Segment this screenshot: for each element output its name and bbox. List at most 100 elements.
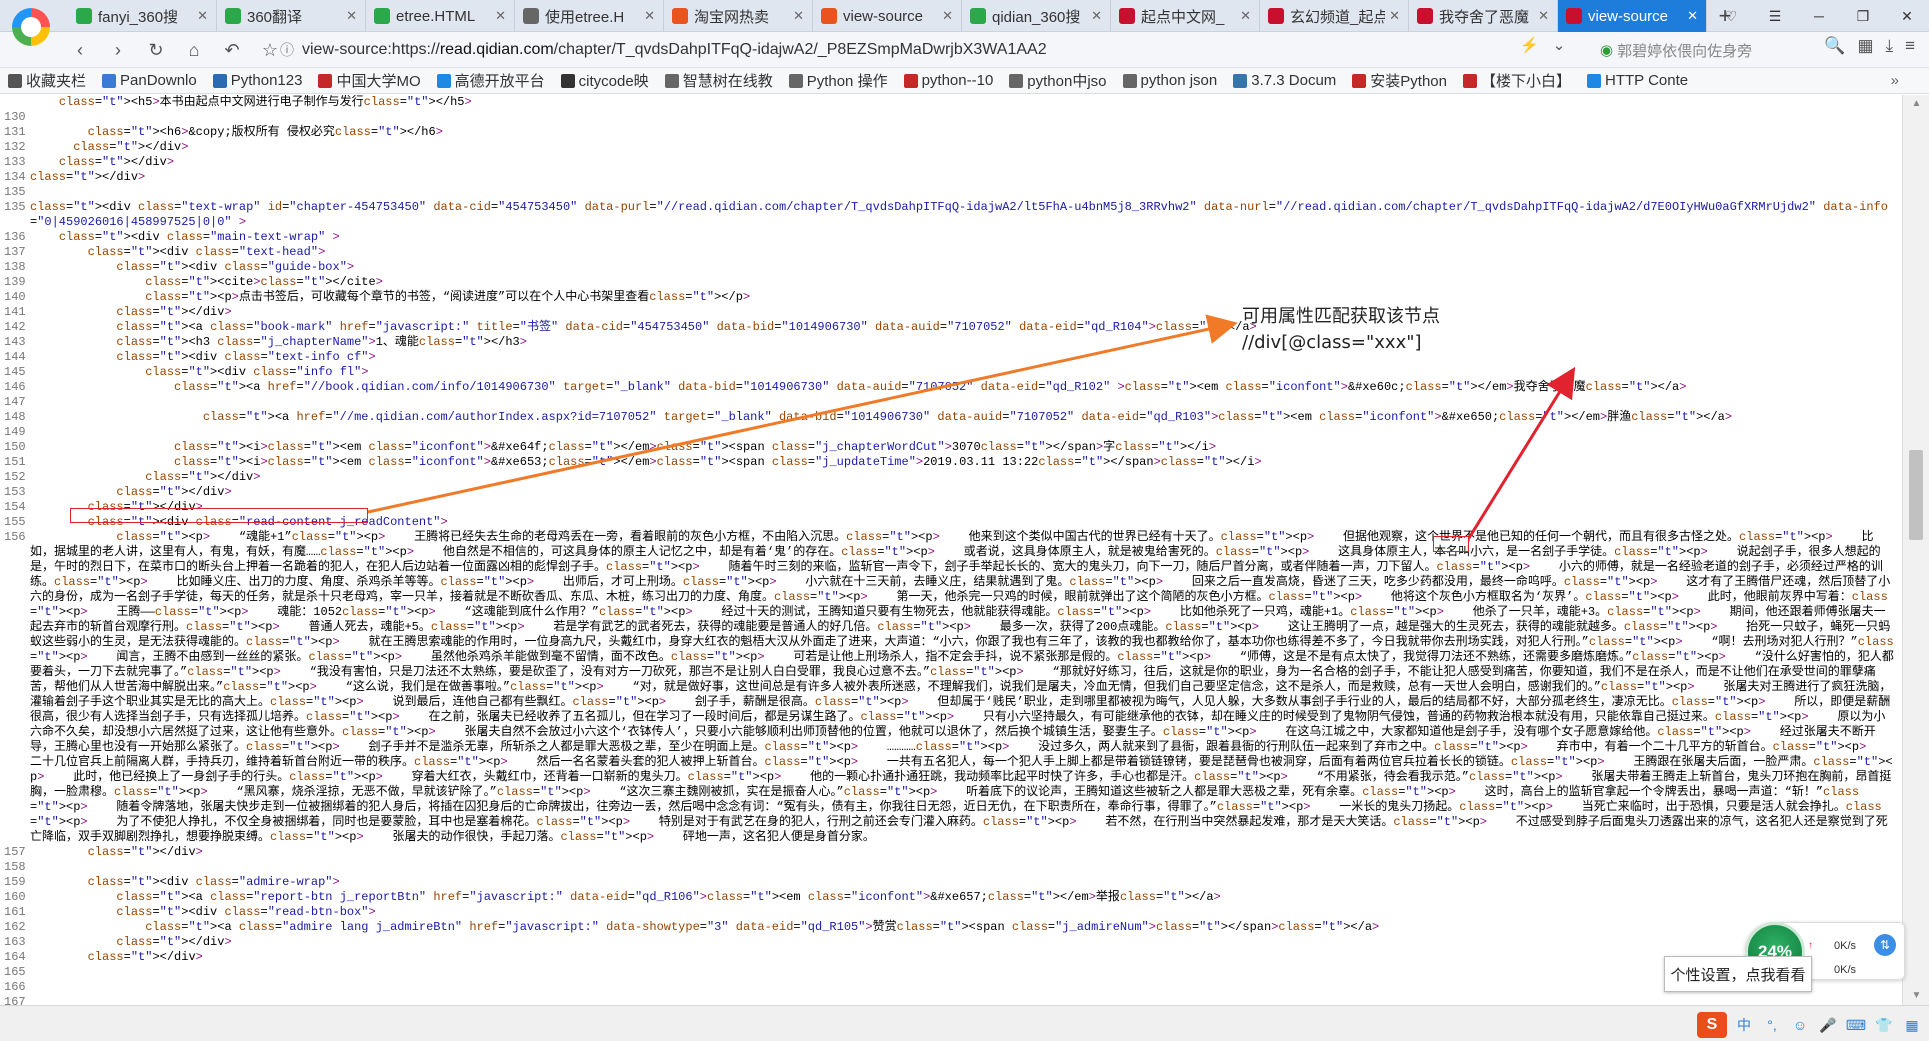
undo-icon[interactable]: ↶ — [216, 34, 248, 66]
tab-close-icon[interactable]: ✕ — [197, 8, 208, 24]
sogou-ime-icon[interactable]: S — [1697, 1012, 1727, 1038]
close-window-button[interactable]: ✕ — [1885, 0, 1929, 32]
search-icon[interactable]: 🔍 — [1824, 36, 1845, 56]
source-line: 146 class="t"><a href="//book.qidian.com… — [0, 380, 1902, 395]
line-number: 153 — [4, 485, 26, 499]
scroll-up-icon[interactable]: ▲ — [1903, 95, 1929, 113]
tab-close-icon[interactable]: ✕ — [1091, 8, 1102, 24]
browser-logo-icon[interactable] — [12, 8, 50, 46]
bookmark-label: python--10 — [921, 72, 994, 89]
source-line: 151 class="t"><i>class="t"><em class="ic… — [0, 455, 1902, 470]
scrollbar-thumb[interactable] — [1909, 450, 1923, 540]
bookmark-favicon-icon — [8, 73, 22, 88]
tab-favicon-icon — [225, 8, 241, 24]
tab-6[interactable]: qidian_360搜 ✕ — [962, 0, 1111, 32]
tab-7[interactable]: 起点中文网_ ✕ — [1111, 0, 1260, 32]
tab-close-icon[interactable]: ✕ — [1240, 8, 1251, 24]
source-line: 145 class="t"><div class="info fl"> — [0, 365, 1902, 380]
tab-close-icon[interactable]: ✕ — [942, 8, 953, 24]
emoji-icon[interactable]: ☺ — [1789, 1014, 1811, 1036]
chevron-down-icon[interactable]: ⌄ — [1553, 36, 1566, 54]
favorites-icon[interactable]: ♡ — [1709, 0, 1753, 32]
bookmark-item[interactable]: python中jso — [1009, 70, 1107, 91]
menu-icon[interactable]: ☰ — [1753, 0, 1797, 32]
line-number: 141 — [4, 305, 26, 319]
tab-close-icon[interactable]: ✕ — [793, 8, 804, 24]
bookmark-item[interactable]: python json — [1122, 70, 1217, 91]
horizontal-scrollbar[interactable] — [0, 1006, 1902, 1012]
tab-close-icon[interactable]: ✕ — [346, 8, 357, 24]
tab-5[interactable]: view-source ✕ — [813, 0, 962, 32]
annotation-line-1: 可用属性匹配获取该节点 — [1242, 306, 1440, 327]
tab-1[interactable]: 360翻译 ✕ — [217, 0, 366, 32]
line-content — [30, 965, 1902, 980]
bookmark-item[interactable]: PanDownlo — [102, 70, 197, 91]
punctuation-icon[interactable]: °, — [1761, 1014, 1783, 1036]
source-line: 132 class="t"></div> — [0, 140, 1902, 155]
tab-close-icon[interactable]: ✕ — [1687, 8, 1698, 24]
highlight-box-p-tag — [1433, 536, 1469, 552]
tab-close-icon[interactable]: ✕ — [644, 8, 655, 24]
tab-close-icon[interactable]: ✕ — [495, 8, 506, 24]
keyboard-icon[interactable]: ⌨ — [1845, 1014, 1867, 1036]
more-menu-icon[interactable]: ≡ — [1905, 36, 1915, 56]
tab-2[interactable]: etree.HTML ✕ — [366, 0, 515, 32]
suggestion-text: 郭碧婷依偎向佐身旁 — [1617, 42, 1753, 60]
tab-9[interactable]: 我夺舍了恶魔 ✕ — [1409, 0, 1558, 32]
toolbox-icon[interactable]: ▦ — [1901, 1014, 1923, 1036]
restore-button[interactable]: ❐ — [1841, 0, 1885, 32]
tab-close-icon[interactable]: ✕ — [1538, 8, 1549, 24]
highlight-box-read-content — [70, 508, 368, 523]
tab-bar: fanyi_360搜 ✕ 360翻译 ✕ etree.HTML ✕ 使用etree.H ✕ 淘宝… — [0, 0, 1929, 46]
tab-label: fanyi_360搜 — [98, 8, 179, 26]
url-field[interactable]: ⓘ view-source:https://read.qidian.com/ch… — [280, 36, 1550, 64]
tab-8[interactable]: 玄幻频道_起点 ✕ — [1260, 0, 1409, 32]
bookmark-item[interactable]: 高德开放平台 — [436, 70, 545, 91]
bookmark-item[interactable]: Python123 — [212, 70, 302, 91]
forward-icon[interactable]: › — [102, 34, 134, 66]
download-icon[interactable]: ⤓ — [1886, 36, 1894, 56]
line-content: class="t"><a href="//book.qidian.com/inf… — [174, 380, 1687, 394]
bookmark-label: 安装Python — [1370, 73, 1447, 90]
line-content — [30, 185, 1902, 200]
bookmark-item[interactable]: 中国大学MO — [318, 70, 421, 91]
reload-icon[interactable]: ↻ — [140, 34, 172, 66]
skin-icon[interactable]: 👕 — [1873, 1014, 1895, 1036]
network-toggle-icon[interactable]: ⇅ — [1874, 934, 1896, 956]
tab-3[interactable]: 使用etree.H ✕ — [515, 0, 664, 32]
page-info-icon[interactable]: ⓘ — [280, 40, 302, 60]
line-number: 149 — [4, 425, 26, 439]
tab-0[interactable]: fanyi_360搜 ✕ — [68, 0, 217, 32]
line-content: class="t"><p>点击书签后，可收藏每个章节的书签，“阅读进度”可以在个… — [145, 290, 751, 304]
bookmark-item[interactable]: 安装Python — [1352, 70, 1447, 91]
apps-grid-icon[interactable]: ▦ — [1858, 36, 1874, 56]
line-number: 142 — [4, 320, 26, 334]
tab-4[interactable]: 淘宝网热卖 ✕ — [664, 0, 813, 32]
bookmark-item[interactable]: 收藏夹栏 — [8, 70, 86, 91]
home-icon[interactable]: ⌂ — [178, 34, 210, 66]
scroll-down-icon[interactable]: ▼ — [1903, 987, 1929, 1005]
ime-mode-icon[interactable]: 中 — [1733, 1014, 1755, 1036]
window-controls: ♡ ☰ ─ ❐ ✕ — [1709, 0, 1929, 32]
bookmark-item[interactable]: 【楼下小白】 — [1463, 70, 1571, 91]
tab-label: view-source — [843, 7, 924, 25]
minimize-button[interactable]: ─ — [1797, 0, 1841, 32]
source-line: 152 class="t"></div> — [0, 470, 1902, 485]
bookmark-label: 智慧树在线教 — [682, 73, 773, 90]
tab-close-icon[interactable]: ✕ — [1389, 8, 1400, 24]
search-suggestion[interactable]: ◉ 郭碧婷依偎向佐身旁 — [1600, 36, 1752, 64]
back-icon[interactable]: ‹ — [64, 34, 96, 66]
source-line: 138 class="t"><div class="guide-box"> — [0, 260, 1902, 275]
bookmark-item[interactable]: 智慧树在线教 — [664, 70, 773, 91]
bookmark-item[interactable]: 3.7.3 Docum — [1233, 70, 1336, 91]
bookmark-item[interactable]: python--10 — [903, 70, 994, 91]
vertical-scrollbar[interactable]: ▲ ▼ — [1902, 95, 1929, 1005]
bookmark-item[interactable]: HTTP Conte — [1587, 70, 1688, 91]
bookmark-item[interactable]: citycode映 — [560, 70, 649, 91]
tab-label: qidian_360搜 — [992, 8, 1081, 26]
bookmarks-more-icon[interactable]: » — [1891, 72, 1899, 89]
bookmark-item[interactable]: Python 操作 — [788, 70, 888, 91]
microphone-icon[interactable]: 🎤 — [1817, 1014, 1839, 1036]
tab-10[interactable]: view-source ✕ — [1558, 0, 1707, 32]
lightning-icon[interactable]: ⚡ — [1520, 36, 1539, 54]
